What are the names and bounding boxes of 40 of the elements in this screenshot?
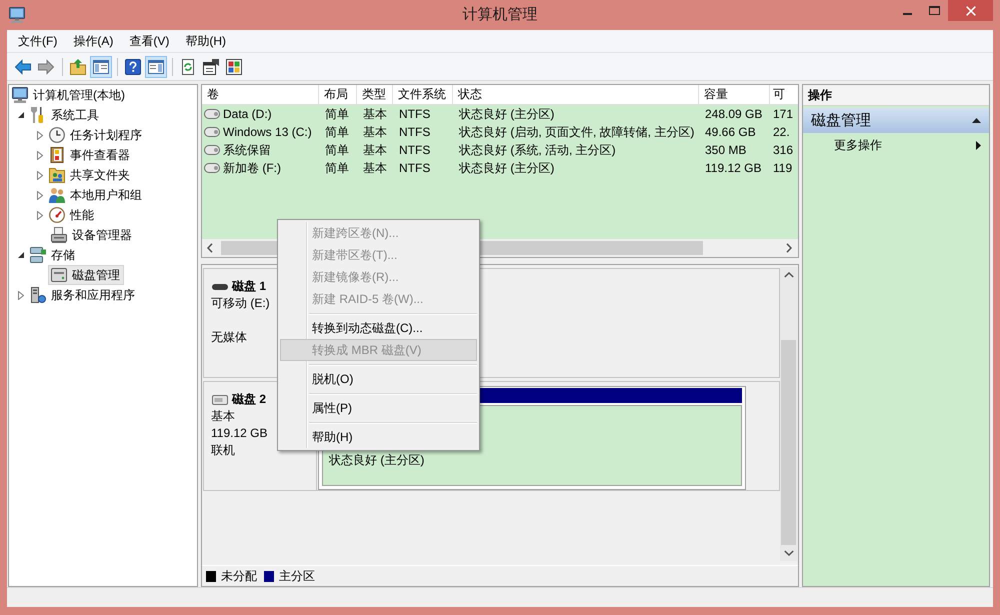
table-cell-text: NTFS <box>398 124 432 141</box>
window-title: 计算机管理 <box>462 5 538 25</box>
disk-status: 无媒体 <box>211 330 247 344</box>
volume-name: 新加卷 (F:) <box>223 160 281 177</box>
disk-size: 119.12 GB <box>211 426 268 440</box>
table-cell-text: 简单 <box>324 106 350 123</box>
table-cell-text: 171 <box>772 106 794 123</box>
table-cell-text: 简单 <box>324 160 350 177</box>
table-cell-text: 简单 <box>324 124 350 141</box>
table-cell-text: NTFS <box>398 106 432 123</box>
volume-name: Data (D:) <box>223 106 272 123</box>
table-cell-text: 基本 <box>362 124 388 141</box>
table-cell-text: 状态良好 (主分区) <box>458 106 556 123</box>
volume-name: 系统保留 <box>223 142 271 159</box>
partition-status: 状态良好 (主分区) <box>329 453 424 467</box>
disk-type: 可移动 (E:) <box>211 296 270 310</box>
table-cell-text: 状态良好 (启动, 页面文件, 故障转储, 主分区) <box>458 124 696 141</box>
table-cell-text: 248.09 GB <box>704 106 764 123</box>
legend-label: 主分区 <box>279 568 315 584</box>
disk-type: 基本 <box>211 409 235 423</box>
table-cell-text: 119 <box>772 160 794 177</box>
table-cell-text: 基本 <box>362 106 388 123</box>
table-cell-text: NTFS <box>398 160 432 177</box>
disk-name: 磁盘 1 <box>232 278 266 295</box>
disk-status: 联机 <box>211 443 235 457</box>
volume-name: Windows 13 (C:) <box>223 124 312 141</box>
table-cell-text: 49.66 GB <box>704 124 757 141</box>
table-cell-text: 基本 <box>362 142 388 159</box>
table-cell-text: 22. <box>772 124 791 141</box>
actions-header: 操作 <box>803 85 989 106</box>
table-cell-text: 状态良好 (主分区) <box>458 160 556 177</box>
legend-label: 未分配 <box>221 568 257 584</box>
table-cell-text: 119.12 GB <box>704 160 762 177</box>
table-cell-text: 基本 <box>362 160 388 177</box>
table-cell-text: NTFS <box>398 142 432 159</box>
table-cell-text: 简单 <box>324 142 350 159</box>
disk-name: 磁盘 2 <box>232 391 266 408</box>
table-cell-text: 状态良好 (系统, 活动, 主分区) <box>458 142 617 159</box>
table-cell-text: 350 MB <box>704 142 748 159</box>
table-cell-text: 316 <box>772 142 794 159</box>
